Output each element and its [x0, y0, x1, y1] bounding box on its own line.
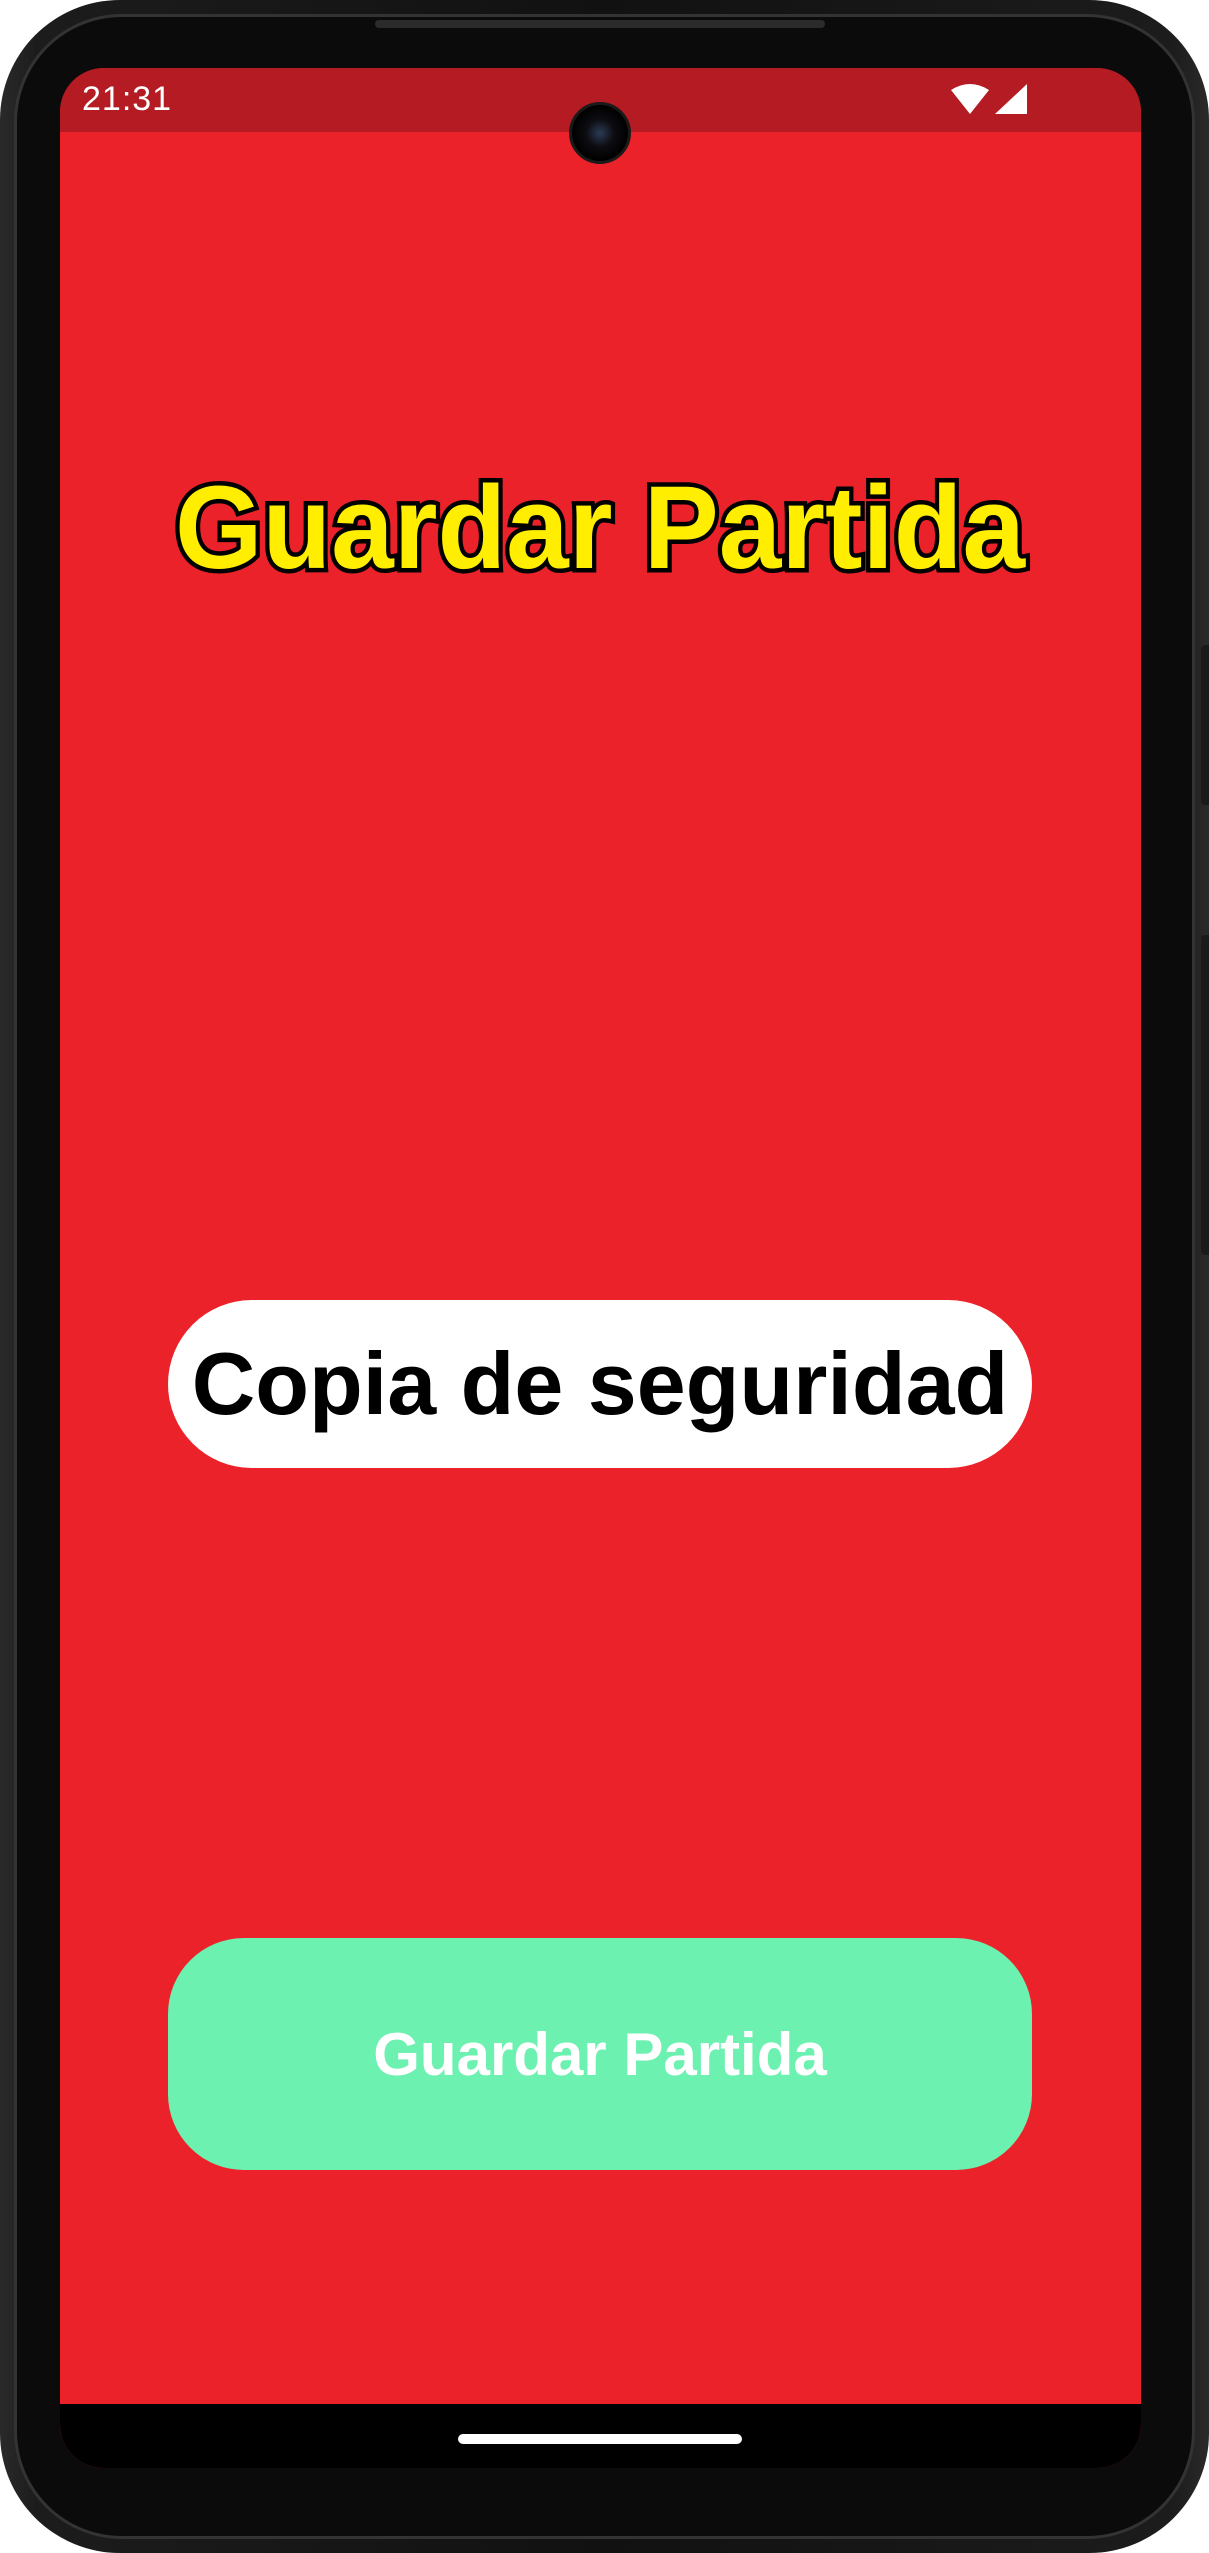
earpiece-slit	[375, 20, 825, 28]
status-time: 21:31	[82, 80, 173, 118]
navigation-bar	[60, 2404, 1141, 2468]
front-camera	[569, 102, 631, 164]
app-screen: 21:31 Guardar Partida Copia de seguridad	[60, 68, 1141, 2468]
cellular-signal-icon	[995, 84, 1027, 114]
save-game-button-label: Guardar Partida	[373, 2020, 827, 2088]
volume-button	[1201, 935, 1209, 1255]
page-title-text: Guardar Partida	[175, 462, 1026, 594]
power-button	[1201, 645, 1209, 805]
home-gesture-handle[interactable]	[458, 2434, 742, 2444]
save-game-button[interactable]: Guardar Partida	[168, 1938, 1032, 2170]
page-title: Guardar Partida	[60, 458, 1141, 618]
wifi-icon	[951, 84, 989, 114]
phone-frame: 21:31 Guardar Partida Copia de seguridad	[0, 0, 1209, 2553]
backup-label-pill: Copia de seguridad	[168, 1300, 1032, 1468]
status-icons	[951, 82, 1031, 118]
backup-label: Copia de seguridad	[191, 1334, 1009, 1433]
